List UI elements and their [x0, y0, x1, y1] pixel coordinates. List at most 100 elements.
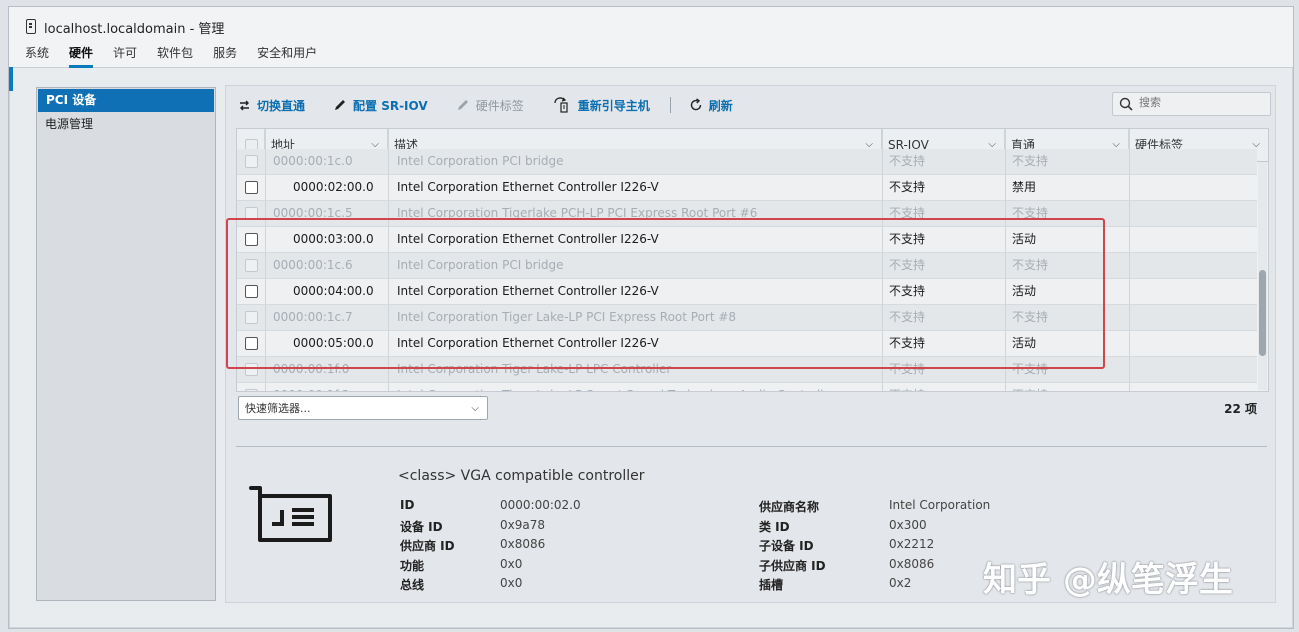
hardware-label-button[interactable]: 硬件标签 — [456, 97, 524, 114]
cell-sriov: 不支持 — [889, 206, 926, 220]
cell-description: Intel Corporation Tiger Lake-LP Smart So… — [397, 383, 836, 391]
sidebar-item-pci-devices[interactable]: PCI 设备 — [38, 89, 214, 112]
toggle-passthrough-button[interactable]: 切换直通 — [238, 97, 305, 114]
table-row[interactable]: 0000:04:00.0 Intel Corporation Ethernet C… — [237, 279, 1257, 305]
cell-address: 0000:04:00.0 — [293, 284, 374, 298]
reboot-host-label: 重新引导主机 — [577, 98, 650, 113]
pencil-icon — [335, 100, 346, 110]
cell-address: 0000:00:1c.5 — [273, 206, 353, 220]
cell-sriov: 不支持 — [889, 383, 925, 391]
table-row: 0000:00:1c.6 Intel Corporation PCI bridge… — [237, 253, 1257, 279]
table-row[interactable]: 0000:02:00.0 Intel Corporation Ethernet C… — [237, 175, 1257, 201]
configure-sriov-button[interactable]: 配置 SR-IOV — [333, 97, 428, 114]
column-divider — [388, 129, 389, 391]
quick-filter-label: 快速筛选器... — [245, 402, 311, 415]
column-divider — [1129, 129, 1130, 391]
pencil-disabled-icon — [457, 100, 468, 110]
cell-description: Intel Corporation PCI bridge — [397, 258, 564, 272]
property-key: 子供应商 ID — [759, 558, 826, 573]
cell-description: Intel Corporation Tiger Lake-LP PCI Expr… — [397, 310, 737, 324]
section-divider — [236, 446, 1267, 447]
cell-passthrough: 不支持 — [1012, 362, 1049, 376]
cell-passthrough: 不支持 — [1012, 310, 1049, 324]
row-checkbox — [245, 389, 258, 391]
search-input[interactable] — [1137, 95, 1261, 110]
table-scrollbar[interactable] — [1258, 162, 1267, 390]
property-key: 插槽 — [759, 578, 784, 592]
pci-card-icon — [249, 486, 332, 542]
row-checkbox[interactable] — [245, 285, 258, 298]
cell-description: Intel Corporation Ethernet Controller I2… — [397, 232, 659, 246]
tab-system[interactable]: 系统 — [25, 44, 49, 68]
column-divider — [1005, 129, 1006, 391]
cell-address: 0000:03:00.0 — [293, 232, 374, 246]
cell-address: 0000:02:00.0 — [293, 180, 374, 194]
property-value: 0000:00:02.0 — [500, 498, 581, 512]
refresh-icon — [690, 98, 701, 111]
cell-passthrough: 禁用 — [1012, 180, 1037, 194]
tab-services[interactable]: 服务 — [213, 44, 237, 68]
table-row: 0000:00:1c.5 Intel Corporation Tigerlake … — [237, 201, 1257, 227]
cell-address: 0000:00:1f.0 — [273, 362, 350, 376]
property-value: 0x0 — [500, 576, 523, 590]
quick-filter-select[interactable]: 快速筛选器... ⌵ — [238, 396, 488, 420]
tab-security-users[interactable]: 安全和用户 — [257, 44, 317, 68]
cell-passthrough: 活动 — [1012, 284, 1037, 298]
tab-hardware[interactable]: 硬件 — [69, 44, 94, 68]
property-value: 0x2212 — [889, 537, 935, 551]
sidebar-item-power-management[interactable]: 电源管理 — [37, 113, 215, 136]
window-title: localhost.localdomain - 管理 — [44, 22, 225, 37]
tab-packages[interactable]: 软件包 — [157, 44, 193, 68]
row-checkbox — [245, 311, 258, 324]
cell-sriov: 不支持 — [889, 310, 926, 324]
property-key: 供应商 ID — [400, 539, 455, 553]
pci-device-table: 地址 ⌵ 描述 ⌵ SR-IOV ⌵ 直通 ⌵ 硬件标签 ⌵ 0000:00:1c.0 In… — [236, 128, 1269, 392]
tab-licensing[interactable]: 许可 — [113, 44, 137, 68]
toolbar: 切换直通 配置 SR-IOV 硬件标签 重新引导主机 刷新 — [238, 94, 761, 116]
property-value: 0x0 — [500, 556, 523, 571]
row-checkbox — [245, 363, 258, 376]
search-box[interactable] — [1112, 92, 1271, 116]
table-row[interactable]: 0000:05:00.0 Intel Corporation Ethernet C… — [237, 331, 1257, 357]
row-checkbox[interactable] — [245, 181, 258, 194]
toggle-passthrough-label: 切换直通 — [257, 98, 306, 113]
refresh-label: 刷新 — [708, 98, 733, 113]
cell-address: 0000:00:1c.6 — [273, 258, 353, 272]
watermark-text: 知乎 @纵笔浮生 — [983, 560, 1233, 600]
item-count: 22 项 — [1224, 402, 1257, 416]
swap-icon — [240, 100, 249, 110]
cell-passthrough: 活动 — [1012, 232, 1037, 246]
cell-address: 0000:00:1f.3 — [273, 383, 349, 391]
cell-description: Intel Corporation Ethernet Controller I2… — [397, 180, 659, 194]
table-row: 0000:00:1f.3 Intel Corporation Tiger Lake… — [237, 383, 1257, 391]
refresh-button[interactable]: 刷新 — [689, 97, 733, 114]
cell-sriov: 不支持 — [889, 232, 926, 246]
reboot-host-button[interactable]: 重新引导主机 — [552, 97, 650, 114]
row-checkbox[interactable] — [245, 233, 258, 246]
accent-strip — [9, 67, 13, 91]
property-key: 子设备 ID — [759, 539, 814, 553]
cell-sriov: 不支持 — [889, 258, 926, 272]
row-checkbox — [245, 259, 258, 272]
property-key: 类 ID — [759, 519, 790, 534]
cell-description: Intel Corporation Tigerlake PCH-LP PCI E… — [397, 206, 758, 220]
table-row[interactable]: 0000:03:00.0 Intel Corporation Ethernet C… — [237, 227, 1257, 253]
scrollbar-thumb[interactable] — [1259, 270, 1266, 356]
reboot-host-icon — [554, 97, 568, 113]
property-value: 0x2 — [889, 576, 912, 590]
property-value: 0x8086 — [889, 556, 935, 571]
cell-passthrough: 活动 — [1012, 336, 1037, 350]
row-checkbox — [245, 207, 258, 220]
column-divider — [882, 129, 883, 391]
configure-sriov-label: 配置 SR-IOV — [353, 98, 428, 113]
chevron-down-icon: ⌵ — [471, 403, 479, 414]
search-icon — [1119, 97, 1133, 111]
property-key: ID — [400, 498, 415, 512]
header-overlay — [237, 129, 1268, 161]
cell-passthrough: 不支持 — [1012, 258, 1049, 272]
app-window: localhost.localdomain - 管理 系统 硬件 许可 软件包 … — [8, 6, 1294, 629]
cell-address: 0000:05:00.0 — [293, 336, 374, 350]
cell-passthrough: 不支持 — [1012, 383, 1048, 391]
row-checkbox[interactable] — [245, 337, 258, 350]
property-value: 0x8086 — [500, 537, 546, 551]
